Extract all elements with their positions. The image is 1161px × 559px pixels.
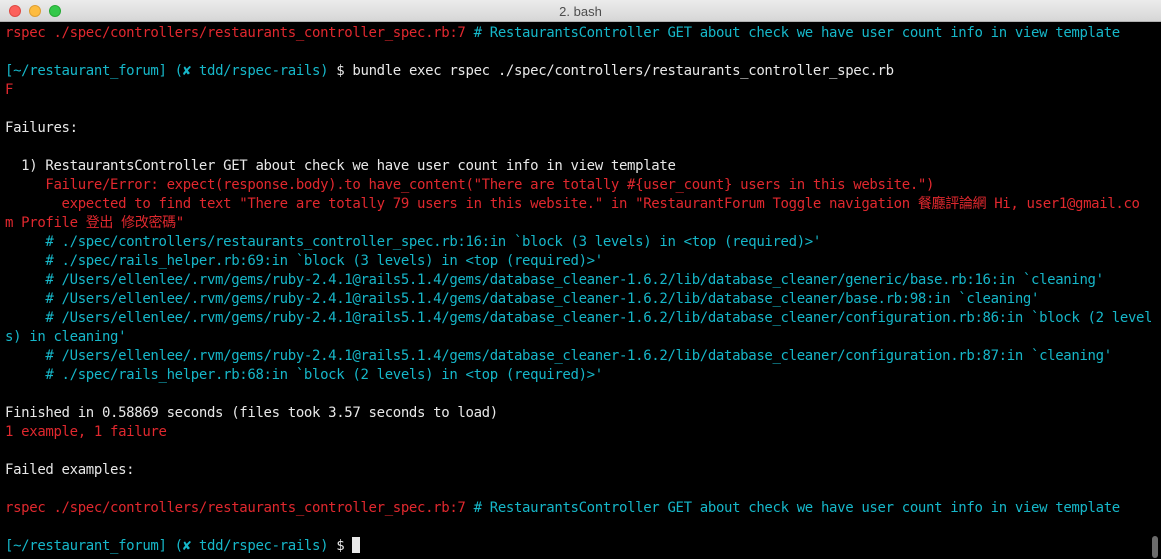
terminal-line: 1 example, 1 failure — [5, 423, 1151, 442]
terminal-line: # /Users/ellenlee/.rvm/gems/ruby-2.4.1@r… — [5, 290, 1151, 309]
terminal-text: # RestaurantsController GET about check … — [465, 25, 1121, 41]
terminal-line: # ./spec/controllers/restaurants_control… — [5, 233, 1151, 252]
terminal-text: # ./spec/rails_helper.rb:69:in `block (3… — [5, 253, 603, 269]
terminal-text: Finished in 0.58869 seconds (files took … — [5, 405, 498, 421]
terminal-text: s) in cleaning' — [5, 329, 127, 345]
terminal-text: $ bundle exec rspec ./spec/controllers/r… — [328, 63, 894, 79]
terminal-line: Failure/Error: expect(response.body).to … — [5, 176, 1151, 195]
terminal-line: [~/restaurant_forum] (✘ tdd/rspec-rails)… — [5, 537, 1151, 556]
terminal-text: # /Users/ellenlee/.rvm/gems/ruby-2.4.1@r… — [5, 348, 1112, 364]
terminal-line: m Profile 登出 修改密碼" — [5, 214, 1151, 233]
terminal-text: F — [5, 82, 14, 98]
terminal-text: Failures: — [5, 120, 78, 136]
terminal-text: # /Users/ellenlee/.rvm/gems/ruby-2.4.1@r… — [5, 310, 1151, 326]
terminal-text: # /Users/ellenlee/.rvm/gems/ruby-2.4.1@r… — [5, 291, 1040, 307]
terminal-text: # ./spec/rails_helper.rb:68:in `block (2… — [5, 367, 603, 383]
terminal-line: # /Users/ellenlee/.rvm/gems/ruby-2.4.1@r… — [5, 271, 1151, 290]
terminal-line: Failures: — [5, 119, 1151, 138]
terminal-text: m Profile 登出 修改密碼" — [5, 215, 184, 231]
terminal-line: Failed examples: — [5, 461, 1151, 480]
terminal-window: 2. bash rspec ./spec/controllers/restaur… — [0, 0, 1161, 559]
terminal-text: # ./spec/controllers/restaurants_control… — [5, 234, 821, 250]
terminal-output[interactable]: rspec ./spec/controllers/restaurants_con… — [5, 24, 1151, 559]
terminal-text: 1 example, 1 failure — [5, 424, 167, 440]
terminal-line: # /Users/ellenlee/.rvm/gems/ruby-2.4.1@r… — [5, 309, 1151, 328]
terminal-line: rspec ./spec/controllers/restaurants_con… — [5, 499, 1151, 518]
terminal-text: (✘ tdd/rspec-rails) — [174, 63, 329, 79]
terminal-text: [~/restaurant_forum] — [5, 63, 167, 79]
terminal-text: $ — [328, 538, 353, 554]
terminal-text: 1) RestaurantsController GET about check… — [5, 158, 676, 174]
terminal-line: # /Users/ellenlee/.rvm/gems/ruby-2.4.1@r… — [5, 347, 1151, 366]
terminal-text: # /Users/ellenlee/.rvm/gems/ruby-2.4.1@r… — [5, 272, 1104, 288]
text-cursor — [352, 537, 361, 553]
terminal-line: F — [5, 81, 1151, 100]
terminal-text: (✘ tdd/rspec-rails) — [174, 538, 329, 554]
terminal-line: [~/restaurant_forum] (✘ tdd/rspec-rails)… — [5, 62, 1151, 81]
terminal-text: # RestaurantsController GET about check … — [465, 500, 1121, 516]
terminal-line: # ./spec/rails_helper.rb:69:in `block (3… — [5, 252, 1151, 271]
terminal-line: # ./spec/rails_helper.rb:68:in `block (2… — [5, 366, 1151, 385]
terminal-line: expected to find text "There are totally… — [5, 195, 1151, 214]
terminal-line: Finished in 0.58869 seconds (files took … — [5, 404, 1151, 423]
terminal-text: [~/restaurant_forum] — [5, 538, 167, 554]
terminal-text: expected to find text "There are totally… — [5, 196, 1140, 212]
terminal-line: 1) RestaurantsController GET about check… — [5, 157, 1151, 176]
terminal-line: s) in cleaning' — [5, 328, 1151, 347]
window-title: 2. bash — [559, 4, 602, 19]
terminal-text: Failed examples: — [5, 462, 135, 478]
scrollbar[interactable] — [1152, 536, 1158, 558]
terminal-text: rspec ./spec/controllers/restaurants_con… — [5, 500, 466, 516]
title-bar: 2. bash — [0, 0, 1161, 22]
terminal-text: Failure/Error: expect(response.body).to … — [5, 177, 935, 193]
terminal-line: rspec ./spec/controllers/restaurants_con… — [5, 24, 1151, 43]
terminal-text: rspec ./spec/controllers/restaurants_con… — [5, 25, 466, 41]
